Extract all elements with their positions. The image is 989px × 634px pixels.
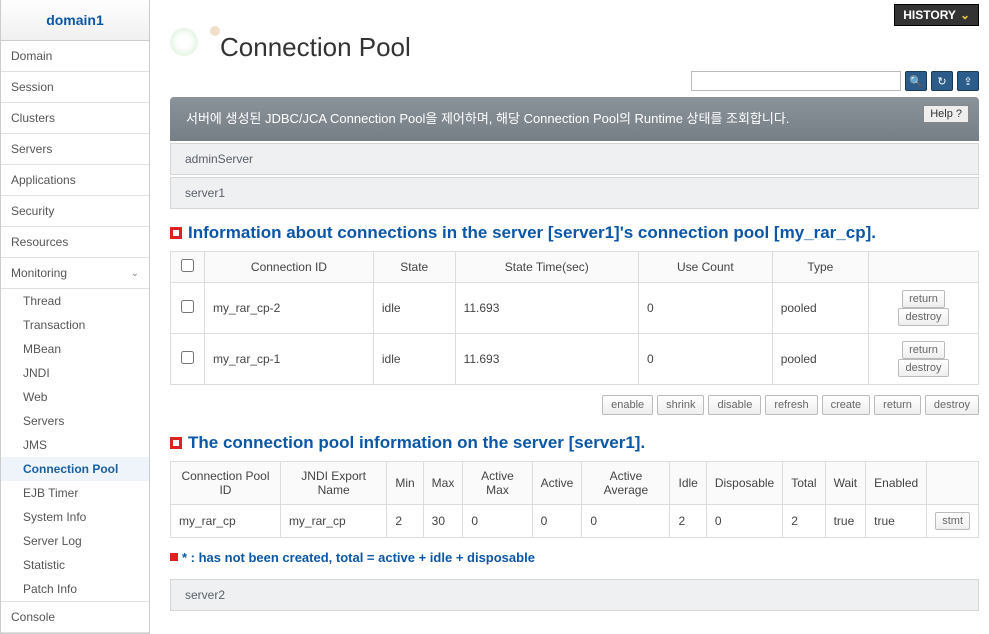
sidebar-sub-jms[interactable]: JMS — [1, 433, 149, 457]
sidebar-item-monitoring[interactable]: Monitoring ⌄ — [1, 258, 149, 289]
sidebar-sub-server-log[interactable]: Server Log — [1, 529, 149, 553]
connections-table: Connection ID State State Time(sec) Use … — [170, 251, 979, 385]
section1-title: Information about connections in the ser… — [170, 209, 989, 251]
return-button[interactable]: return — [874, 395, 921, 415]
history-button[interactable]: HISTORY⌄ — [894, 4, 979, 26]
footnote: * : has not been created, total = active… — [170, 538, 989, 577]
sidebar-sub-statistic[interactable]: Statistic — [1, 553, 149, 577]
sidebar-item-console[interactable]: Console — [1, 601, 149, 633]
destroy-button[interactable]: destroy — [898, 359, 948, 377]
sidebar-sub-connection-pool[interactable]: Connection Pool — [1, 457, 149, 481]
sidebar-item-clusters[interactable]: Clusters — [1, 103, 149, 134]
decorative-circles — [170, 26, 230, 56]
destroy-button[interactable]: destroy — [925, 395, 979, 415]
col-type: Type — [772, 251, 868, 282]
sidebar-item-domain[interactable]: Domain — [1, 41, 149, 72]
action-bar: enable shrink disable refresh create ret… — [170, 385, 989, 419]
sidebar-sub-mbean[interactable]: MBean — [1, 337, 149, 361]
server-admin-row[interactable]: adminServer — [170, 143, 979, 175]
disable-button[interactable]: disable — [708, 395, 761, 415]
sidebar-item-applications[interactable]: Applications — [1, 165, 149, 196]
col-enabled: Enabled — [866, 461, 927, 504]
col-max: Max — [423, 461, 463, 504]
return-button[interactable]: return — [902, 341, 945, 359]
sidebar-sub-web[interactable]: Web — [1, 385, 149, 409]
sidebar-item-session[interactable]: Session — [1, 72, 149, 103]
server1-row[interactable]: server1 — [170, 177, 979, 209]
bullet-icon — [170, 227, 182, 239]
sidebar-header[interactable]: domain1 — [1, 0, 149, 41]
page-title: Connection Pool — [220, 32, 411, 63]
shrink-button[interactable]: shrink — [657, 395, 704, 415]
sidebar-item-servers[interactable]: Servers — [1, 134, 149, 165]
sidebar-sub-patch-info[interactable]: Patch Info — [1, 577, 149, 601]
export-icon[interactable]: ⇪ — [957, 71, 979, 91]
col-state-time: State Time(sec) — [455, 251, 638, 282]
col-idle: Idle — [670, 461, 706, 504]
chevron-down-icon: ⌄ — [131, 268, 139, 279]
col-min: Min — [387, 461, 423, 504]
return-button[interactable]: return — [902, 290, 945, 308]
col-active: Active — [532, 461, 582, 504]
search-input[interactable] — [691, 71, 901, 91]
create-button[interactable]: create — [822, 395, 871, 415]
col-active-avg: Active Average — [582, 461, 670, 504]
col-total: Total — [783, 461, 825, 504]
table-row: my_rar_cp-1 idle 11.693 0 pooled return … — [171, 333, 979, 384]
col-active-max: Active Max — [463, 461, 532, 504]
destroy-button[interactable]: destroy — [898, 308, 948, 326]
sidebar-sub-system-info[interactable]: System Info — [1, 505, 149, 529]
table-row: my_rar_cp my_rar_cp 2 30 0 0 0 2 0 2 tru… — [171, 504, 979, 537]
refresh-icon[interactable]: ↻ — [931, 71, 953, 91]
sidebar: domain1 Domain Session Clusters Servers … — [0, 0, 150, 634]
col-connection-id: Connection ID — [205, 251, 374, 282]
col-pool-id: Connection Pool ID — [171, 461, 281, 504]
pool-info-table: Connection Pool ID JNDI Export Name Min … — [170, 461, 979, 538]
sidebar-sub-ejb-timer[interactable]: EJB Timer — [1, 481, 149, 505]
row-checkbox[interactable] — [181, 351, 194, 364]
col-wait: Wait — [825, 461, 866, 504]
col-state: State — [373, 251, 455, 282]
sidebar-item-resources[interactable]: Resources — [1, 227, 149, 258]
main-content: HISTORY⌄ Connection Pool 🔍 ↻ ⇪ 서버에 생성된 J… — [150, 0, 989, 634]
chevron-down-icon: ⌄ — [960, 8, 970, 22]
bullet-icon — [170, 437, 182, 449]
sidebar-sub-jndi[interactable]: JNDI — [1, 361, 149, 385]
table-row: my_rar_cp-2 idle 11.693 0 pooled return … — [171, 282, 979, 333]
stmt-button[interactable]: stmt — [935, 512, 970, 530]
row-checkbox[interactable] — [181, 300, 194, 313]
search-icon[interactable]: 🔍 — [905, 71, 927, 91]
sidebar-item-security[interactable]: Security — [1, 196, 149, 227]
bullet-icon — [170, 553, 178, 561]
col-jndi: JNDI Export Name — [280, 461, 386, 504]
server2-row[interactable]: server2 — [170, 579, 979, 611]
sidebar-sub-servers[interactable]: Servers — [1, 409, 149, 433]
select-all-checkbox[interactable] — [181, 259, 194, 272]
help-button[interactable]: Help ? — [923, 105, 969, 123]
description-banner: 서버에 생성된 JDBC/JCA Connection Pool을 제어하며, … — [170, 97, 979, 141]
refresh-button[interactable]: refresh — [765, 395, 817, 415]
sidebar-sub-thread[interactable]: Thread — [1, 289, 149, 313]
enable-button[interactable]: enable — [602, 395, 653, 415]
col-use-count: Use Count — [638, 251, 772, 282]
sidebar-sub-transaction[interactable]: Transaction — [1, 313, 149, 337]
section2-title: The connection pool information on the s… — [170, 419, 989, 461]
col-disposable: Disposable — [706, 461, 782, 504]
